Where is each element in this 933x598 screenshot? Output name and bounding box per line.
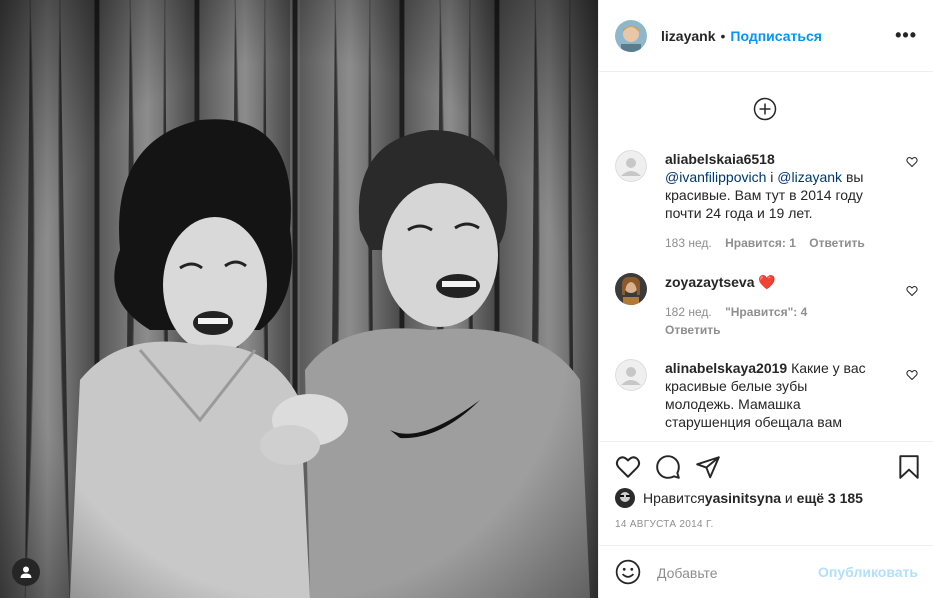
comment-bubble-icon[interactable]: [655, 454, 681, 480]
comment-username[interactable]: zoyazaytseva: [665, 274, 755, 290]
likes-summary: Нравится yasinitsyna и ещё 3 185: [615, 488, 863, 508]
comment-body: zoyazaytseva ❤️ 182 нед. "Нравится": 4 О…: [665, 273, 880, 339]
default-avatar-icon: [615, 359, 647, 391]
comment-mention[interactable]: @lizayank: [777, 169, 842, 185]
commenter-avatar-image: [615, 273, 647, 305]
like-comment-heart-icon[interactable]: [906, 285, 918, 297]
publish-button[interactable]: Опубликовать: [818, 564, 918, 580]
post-photo[interactable]: [0, 0, 598, 598]
author-username[interactable]: lizayank: [661, 28, 715, 44]
likes-prefix: Нравится: [643, 490, 705, 506]
post-date[interactable]: 14 АВГУСТА 2014 Г.: [615, 519, 714, 530]
comment-item: alinabelskaya2019 Какие у вас красивые б…: [615, 359, 918, 441]
comments-list[interactable]: aliabelskaia6518 @ivanfilippovich і @liz…: [599, 73, 933, 441]
add-comment-bar: Опубликовать: [599, 545, 933, 598]
reply-button[interactable]: Ответить: [809, 236, 864, 250]
comment-age[interactable]: 183 нед.: [665, 236, 712, 250]
commenter-avatar[interactable]: [615, 150, 647, 182]
share-send-icon[interactable]: [695, 454, 721, 480]
commenter-avatar[interactable]: [615, 359, 647, 391]
user-icon: [20, 566, 32, 578]
load-more-comments-icon[interactable]: [753, 97, 777, 121]
like-heart-icon[interactable]: [615, 454, 641, 480]
comment-item: zoyazaytseva ❤️ 182 нед. "Нравится": 4 О…: [615, 273, 918, 343]
post-actions-bar: [599, 441, 933, 492]
emoji-icon[interactable]: [615, 559, 641, 585]
liker-username[interactable]: yasinitsyna: [705, 490, 781, 506]
photo-illustration: [0, 0, 598, 598]
likes-count[interactable]: ещё 3 185: [797, 490, 863, 506]
comment-item: aliabelskaia6518 @ivanfilippovich і @liz…: [615, 150, 918, 260]
more-options-button[interactable]: •••: [895, 25, 917, 46]
comment-meta: 182 нед. "Нравится": 4 Ответить: [665, 303, 880, 339]
default-avatar-icon: [615, 150, 647, 182]
like-comment-heart-icon[interactable]: [906, 156, 918, 168]
comment-mention[interactable]: @ivanfilippovich: [665, 169, 766, 185]
comment-age[interactable]: 182 нед.: [665, 305, 712, 319]
comment-username[interactable]: alinabelskaya2019: [665, 360, 787, 376]
comment-likes[interactable]: "Нравится": 4: [725, 305, 807, 319]
post-side-panel: lizayank • Подписаться ••• aliabelskaia6…: [598, 0, 933, 598]
comment-body: aliabelskaia6518 @ivanfilippovich і @liz…: [665, 150, 880, 252]
author-avatar-image: [615, 19, 647, 52]
comment-meta: 183 нед. Нравится: 1 Ответить: [665, 234, 880, 252]
liker-avatar[interactable]: [615, 488, 635, 508]
follow-button[interactable]: Подписаться: [730, 28, 822, 44]
save-bookmark-icon[interactable]: [896, 454, 922, 480]
author-avatar[interactable]: [615, 19, 647, 52]
comment-text: ❤️: [758, 274, 776, 290]
comment-body: alinabelskaya2019 Какие у вас красивые б…: [665, 359, 880, 431]
liker-avatar-image: [615, 488, 635, 508]
reply-button[interactable]: Ответить: [665, 323, 720, 337]
tagged-users-button[interactable]: [12, 558, 40, 586]
comment-likes[interactable]: Нравится: 1: [725, 236, 796, 250]
like-comment-heart-icon[interactable]: [906, 369, 918, 381]
likes-mid: и: [781, 490, 797, 506]
comment-text-part: і: [766, 169, 778, 185]
post-header: lizayank • Подписаться •••: [599, 0, 933, 72]
commenter-avatar[interactable]: [615, 273, 647, 305]
comment-username[interactable]: aliabelskaia6518: [665, 151, 775, 167]
header-separator: •: [720, 27, 726, 44]
